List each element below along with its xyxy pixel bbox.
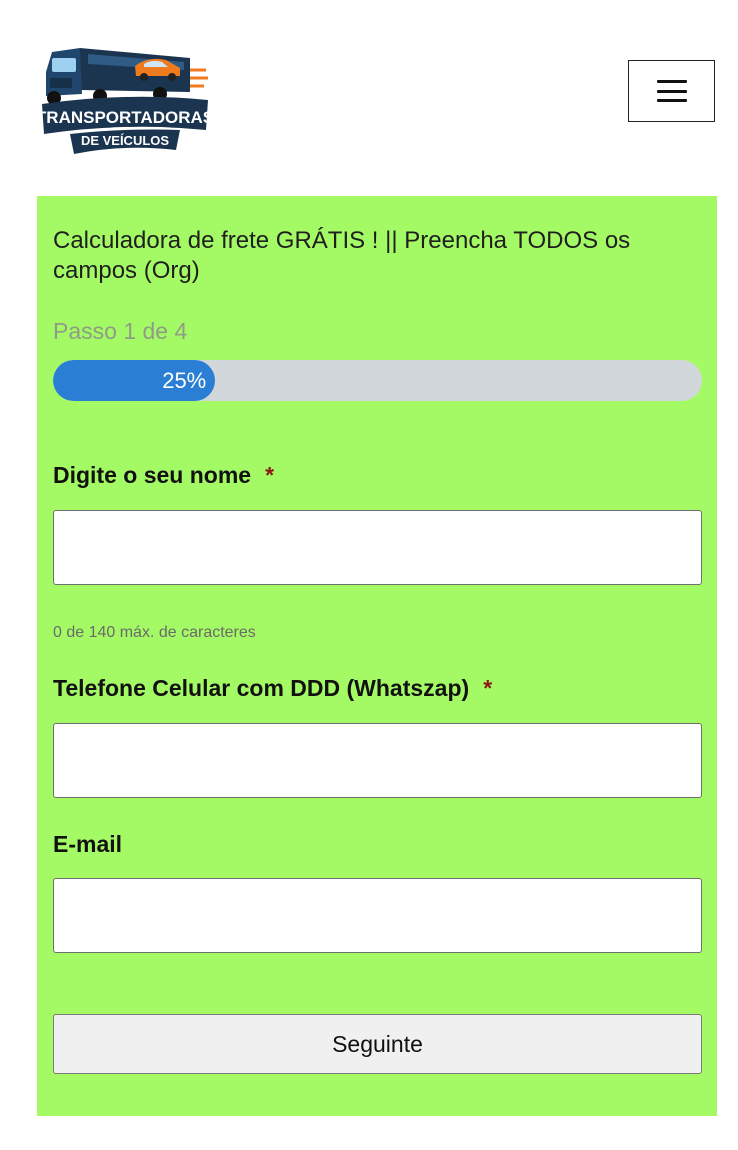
name-input[interactable] [53,510,702,585]
site-logo[interactable]: TRANSPORTADORAS DE VEÍCULOS [36,30,214,155]
phone-label: Telefone Celular com DDD (Whatszap) * [53,675,492,702]
logo-truck-image: TRANSPORTADORAS DE VEÍCULOS [36,48,214,154]
page: TRANSPORTADORAS DE VEÍCULOS Calculadora … [0,0,738,1150]
step-indicator: Passo 1 de 4 [53,318,188,344]
email-input[interactable] [53,878,702,953]
name-label: Digite o seu nome * [53,462,274,489]
email-label-text: E-mail [53,831,123,857]
progress-bar: 25% [53,360,702,401]
progress-bar-fill: 25% [53,360,216,401]
next-button[interactable]: Seguinte [53,1014,702,1074]
phone-required-star: * [483,675,493,701]
email-label: E-mail [53,831,122,858]
logo-line2: DE VEÍCULOS [81,133,169,148]
name-char-count: 0 de 140 máx. de caracteres [53,624,256,641]
logo-line1: TRANSPORTADORAS [40,108,210,127]
freight-form: Calculadora de frete GRÁTIS ! || Preench… [37,196,717,1116]
menu-button[interactable] [628,60,715,122]
name-required-star: * [265,462,275,488]
progress-label: 25% [162,367,207,393]
phone-input[interactable] [53,723,702,798]
phone-label-text: Telefone Celular com DDD (Whatszap) [53,675,470,701]
name-label-text: Digite o seu nome [53,462,252,488]
form-title: Calculadora de frete GRÁTIS ! || Preench… [53,227,631,284]
hamburger-icon [656,80,687,102]
